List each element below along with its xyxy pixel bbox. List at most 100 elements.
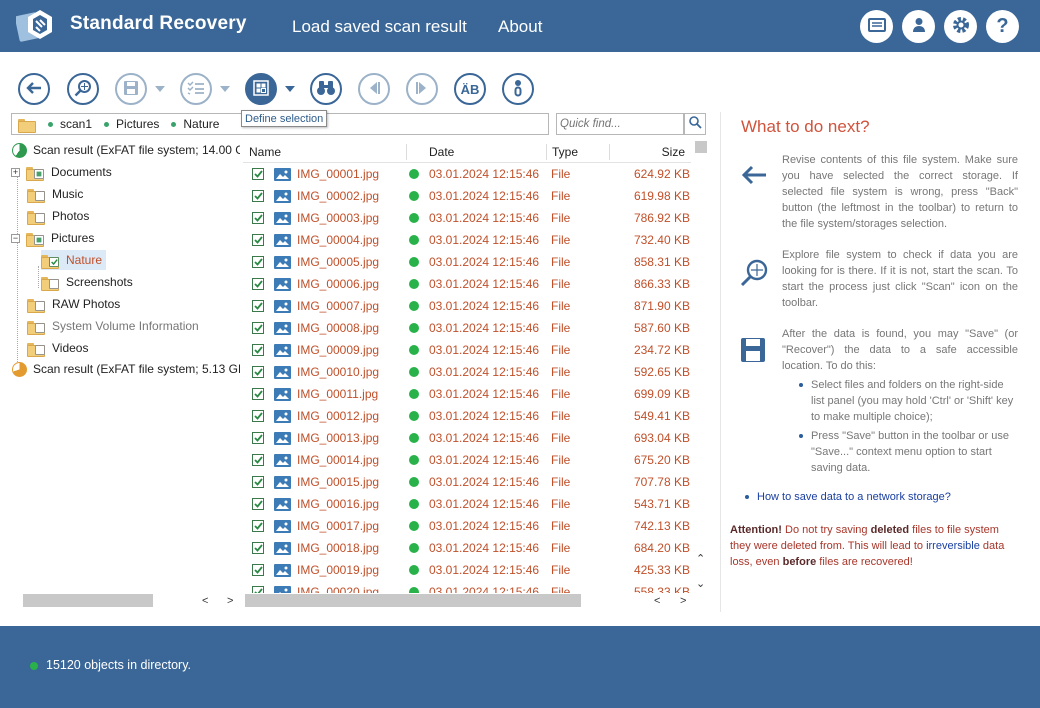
tree-item-system-volume-information[interactable]: System Volume Information [27,316,199,336]
find-button[interactable] [310,73,342,105]
tree-scrollbar-thumb[interactable] [23,594,153,607]
table-row[interactable]: IMG_00008.jpg 03.01.2024 12:15:46 File 587.… [243,317,691,339]
define-selection-button[interactable] [245,73,277,105]
photos-checkbox[interactable] [35,213,45,223]
row-checkbox[interactable] [252,366,264,378]
table-row[interactable]: IMG_00014.jpg 03.01.2024 12:15:46 File 675.… [243,449,691,471]
row-checkbox[interactable] [252,322,264,334]
table-row[interactable]: IMG_00010.jpg 03.01.2024 12:15:46 File 592.… [243,361,691,383]
scroll-down-arrow-icon[interactable]: ⌄ [696,579,705,590]
column-header-size[interactable]: Size [662,145,685,159]
tree-item-videos[interactable]: Videos [27,338,88,358]
row-checkbox[interactable] [252,498,264,510]
list-vertical-scrollbar[interactable] [692,141,707,593]
tree-item-scan-result-1[interactable]: Scan result (ExFAT file system; 14.00 GB… [12,140,240,160]
breadcrumb-item-scan1[interactable]: scan1 [48,117,92,131]
expand-icon[interactable]: + [11,167,20,177]
scroll-left-arrow-icon[interactable]: < [202,596,208,607]
define-selection-dropdown-arrow[interactable] [285,86,295,92]
column-divider[interactable] [546,144,547,160]
row-checkbox[interactable] [252,190,264,202]
scroll-left-arrow-icon[interactable]: < [654,596,660,607]
table-row[interactable]: IMG_00006.jpg 03.01.2024 12:15:46 File 866.… [243,273,691,295]
save-dropdown-arrow[interactable] [155,86,165,92]
table-row[interactable]: IMG_00003.jpg 03.01.2024 12:15:46 File 786.… [243,207,691,229]
table-row[interactable]: IMG_00017.jpg 03.01.2024 12:15:46 File 742.… [243,515,691,537]
scroll-right-arrow-icon[interactable]: > [227,596,233,607]
row-checkbox[interactable] [252,432,264,444]
scroll-up-arrow-icon[interactable]: ⌃ [696,554,705,565]
table-row[interactable]: IMG_00002.jpg 03.01.2024 12:15:46 File 619.… [243,185,691,207]
table-row[interactable]: IMG_00019.jpg 03.01.2024 12:15:46 File 425.… [243,559,691,581]
tree-item-scan-result-2[interactable]: Scan result (ExFAT file system; 5.13 GB … [12,359,240,379]
row-checkbox[interactable] [252,564,264,576]
next-button[interactable] [406,73,438,105]
table-row[interactable]: IMG_00013.jpg 03.01.2024 12:15:46 File 693.… [243,427,691,449]
nature-checkbox[interactable] [49,257,59,267]
tree-item-pictures[interactable]: − Pictures [11,228,94,248]
videos-checkbox[interactable] [35,345,45,355]
row-checkbox[interactable] [252,476,264,488]
info-button[interactable] [502,73,534,105]
table-row[interactable]: IMG_00015.jpg 03.01.2024 12:15:46 File 707.… [243,471,691,493]
tree-item-music[interactable]: Music [27,184,83,204]
load-scan-result-link[interactable]: Load saved scan result [292,17,467,37]
column-header-name[interactable]: Name [249,145,281,159]
table-row[interactable]: IMG_00018.jpg 03.01.2024 12:15:46 File 684.… [243,537,691,559]
tree-item-raw-photos[interactable]: RAW Photos [27,294,120,314]
system-volume-checkbox[interactable] [35,323,45,333]
column-header-type[interactable]: Type [552,145,578,159]
collapse-icon[interactable]: − [11,233,20,243]
row-checkbox[interactable] [252,300,264,312]
breadcrumb-item-pictures[interactable]: Pictures [104,117,159,131]
table-row[interactable]: IMG_00012.jpg 03.01.2024 12:15:46 File 549.… [243,405,691,427]
row-checkbox[interactable] [252,234,264,246]
row-checkbox[interactable] [252,168,264,180]
column-divider[interactable] [609,144,610,160]
table-row[interactable]: IMG_00007.jpg 03.01.2024 12:15:46 File 871.… [243,295,691,317]
tree-item-photos[interactable]: Photos [27,206,89,226]
list-vertical-thumb[interactable] [695,141,707,153]
row-checkbox[interactable] [252,278,264,290]
tree-item-screenshots[interactable]: Screenshots [41,272,133,292]
table-row[interactable]: IMG_00009.jpg 03.01.2024 12:15:46 File 234.… [243,339,691,361]
tree-item-documents[interactable]: + Documents [11,162,112,182]
back-button[interactable] [18,73,50,105]
table-row[interactable]: IMG_00020.jpg 03.01.2024 12:15:46 File 558.… [243,581,691,593]
column-header-date[interactable]: Date [429,145,454,159]
documents-checkbox[interactable] [34,169,44,179]
about-link[interactable]: About [498,17,542,37]
music-checkbox[interactable] [35,191,45,201]
account-button[interactable] [902,10,935,43]
row-checkbox[interactable] [252,586,264,593]
row-checkbox[interactable] [252,454,264,466]
table-row[interactable]: IMG_00005.jpg 03.01.2024 12:15:46 File 858.… [243,251,691,273]
row-checkbox[interactable] [252,212,264,224]
previous-button[interactable] [358,73,390,105]
row-checkbox[interactable] [252,388,264,400]
save-button[interactable] [115,73,147,105]
row-checkbox[interactable] [252,542,264,554]
row-checkbox[interactable] [252,520,264,532]
column-divider[interactable] [406,144,407,160]
tree-item-nature[interactable]: Nature [41,250,107,270]
row-checkbox[interactable] [252,256,264,268]
screenshots-checkbox[interactable] [49,279,59,289]
select-list-dropdown-arrow[interactable] [220,86,230,92]
network-storage-help-link[interactable]: How to save data to a network storage? [745,491,951,503]
scroll-right-arrow-icon[interactable]: > [680,596,686,607]
quick-find-button[interactable] [684,113,706,135]
reports-button[interactable] [860,10,893,43]
settings-button[interactable] [944,10,977,43]
quick-find-input[interactable] [556,113,684,135]
list-horizontal-thumb[interactable] [245,594,581,607]
table-row[interactable]: IMG_00004.jpg 03.01.2024 12:15:46 File 732.… [243,229,691,251]
help-button[interactable]: ? [986,10,1019,43]
case-sensitive-button[interactable]: ÄB [454,73,486,105]
table-row[interactable]: IMG_00011.jpg 03.01.2024 12:15:46 File 699.… [243,383,691,405]
select-list-button[interactable] [180,73,212,105]
pictures-checkbox[interactable] [34,235,44,245]
table-row[interactable]: IMG_00001.jpg 03.01.2024 12:15:46 File 624.… [243,163,691,185]
row-checkbox[interactable] [252,344,264,356]
row-checkbox[interactable] [252,410,264,422]
